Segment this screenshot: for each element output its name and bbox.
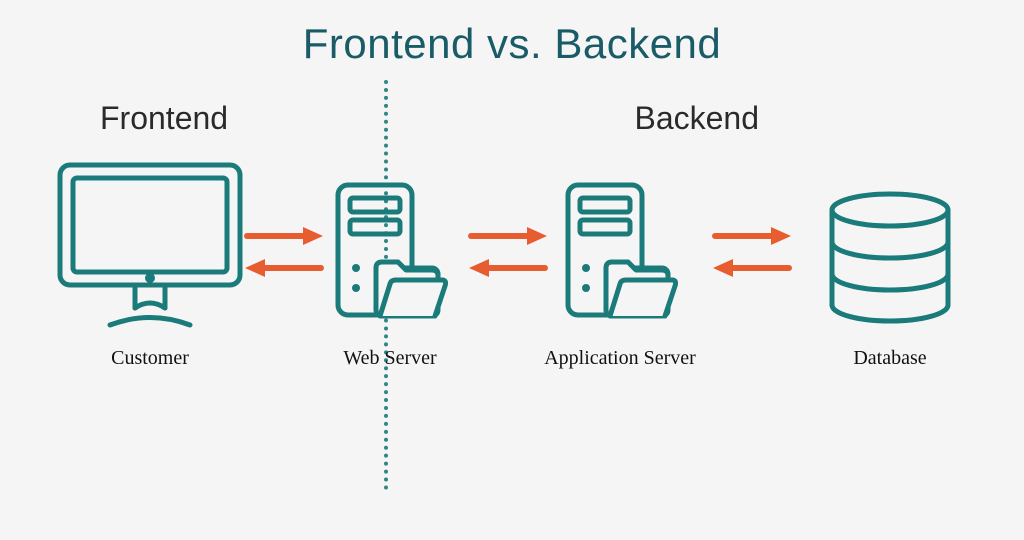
- arrows-web-app: [467, 225, 549, 279]
- arrows-app-db: [711, 225, 793, 279]
- diagram-title: Frontend vs. Backend: [0, 20, 1024, 68]
- arrow-right-icon: [467, 225, 549, 247]
- node-web-server-label: Web Server: [330, 347, 450, 370]
- arrow-right-icon: [243, 225, 325, 247]
- backend-section-label: Backend: [634, 100, 759, 137]
- node-application-server: Application Server: [560, 180, 680, 370]
- node-customer: Customer: [55, 160, 245, 370]
- node-database-label: Database: [820, 347, 960, 370]
- node-application-server-label: Application Server: [530, 347, 710, 370]
- database-icon: [820, 317, 960, 334]
- server-folder-icon: [330, 317, 450, 334]
- frontend-section-label: Frontend: [100, 100, 228, 137]
- node-database: Database: [820, 190, 960, 370]
- arrow-left-icon: [243, 257, 325, 279]
- server-folder-icon: [560, 317, 680, 334]
- arrow-right-icon: [711, 225, 793, 247]
- diagram-stage: Frontend vs. Backend Frontend Backend Cu…: [0, 0, 1024, 540]
- arrow-left-icon: [467, 257, 549, 279]
- arrow-left-icon: [711, 257, 793, 279]
- node-customer-label: Customer: [55, 347, 245, 370]
- arrows-customer-web: [243, 225, 325, 279]
- monitor-icon: [55, 317, 245, 334]
- node-web-server: Web Server: [330, 180, 450, 370]
